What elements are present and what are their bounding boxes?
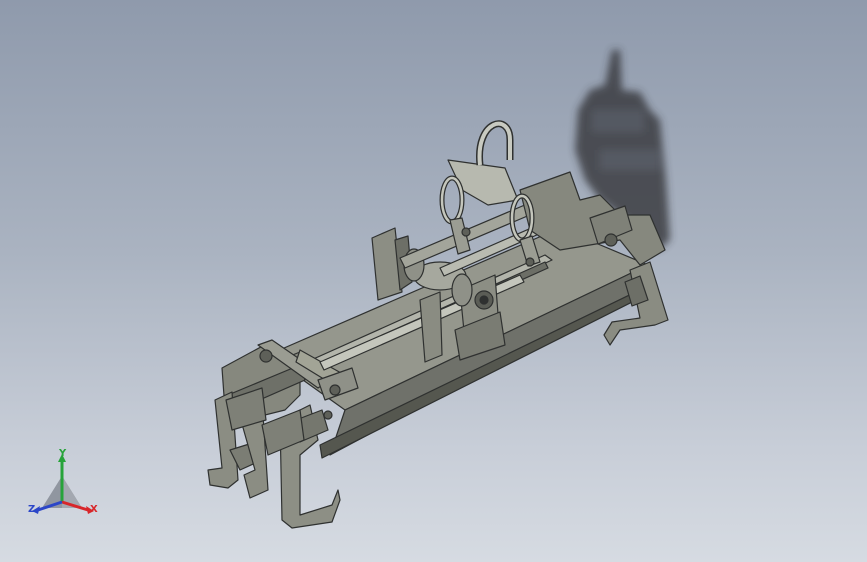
spreader-beam-model[interactable]: [0, 0, 867, 562]
z-axis-label: Z: [28, 504, 36, 515]
graphics-viewport[interactable]: Y X Z: [0, 0, 867, 562]
x-axis-label: X: [90, 504, 98, 515]
y-axis-label: Y: [59, 448, 67, 459]
coordinate-triad: Y X Z: [22, 446, 112, 526]
lifting-ring: [476, 120, 514, 166]
triad-icon: [32, 454, 94, 514]
